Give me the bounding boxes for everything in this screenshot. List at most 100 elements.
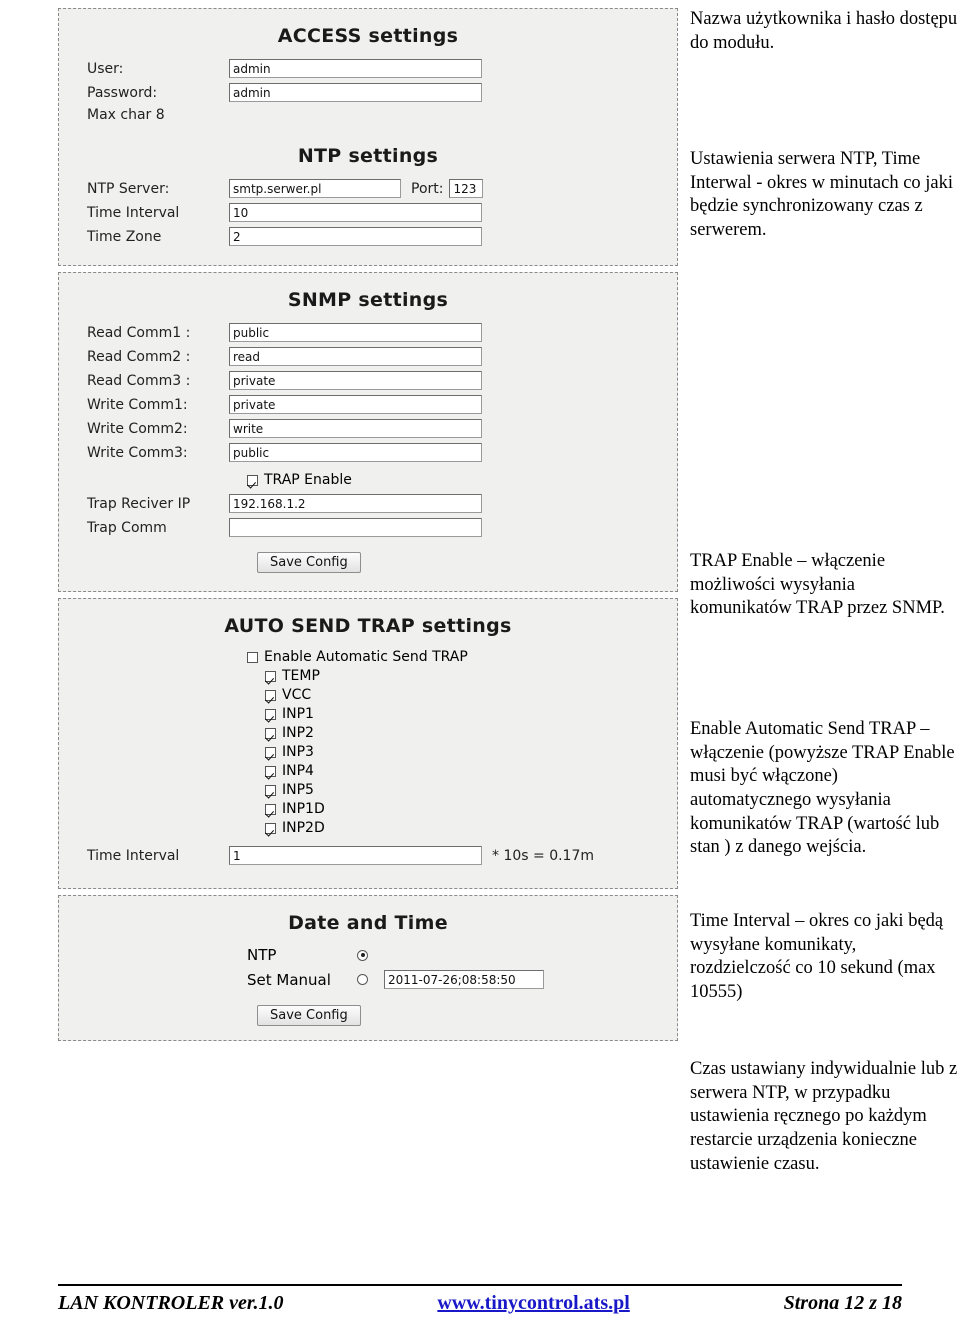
ntp-server-row: NTP Server: smtp.serwer.pl Port: 123 [69, 179, 667, 198]
auto-send-trap-title: AUTO SEND TRAP settings [224, 615, 512, 637]
snmp-row: Read Comm2 : read [69, 347, 667, 366]
trap-enable-row[interactable]: TRAP Enable [69, 472, 667, 488]
ntp-interval-row: Time Interval 10 [69, 203, 667, 222]
ntp-mode-row[interactable]: NTP [69, 946, 667, 964]
read-comm1-input[interactable]: public [229, 323, 482, 342]
autosend-interval-note: * 10s = 0.17m [492, 847, 594, 864]
inp4-label: INP4 [282, 763, 314, 779]
manual-mode-radio[interactable] [357, 974, 368, 985]
read-comm3-input[interactable]: private [229, 371, 482, 390]
snmp-row: Write Comm1: private [69, 395, 667, 414]
ntp-port-label: Port: [411, 180, 444, 197]
autosend-interval-row: Time Interval 1 * 10s = 0.17m [69, 846, 667, 865]
inp2-label: INP2 [282, 725, 314, 741]
inp2d-checkbox[interactable] [265, 822, 276, 834]
autosend-item[interactable]: VCC [69, 687, 667, 703]
enable-auto-send-label: Enable Automatic Send TRAP [264, 649, 468, 665]
autosend-item[interactable]: INP2 [69, 725, 667, 741]
snmp-row: Read Comm1 : public [69, 323, 667, 342]
ntp-timezone-input[interactable]: 2 [229, 227, 482, 246]
read-comm2-input[interactable]: read [229, 347, 482, 366]
ntp-interval-input[interactable]: 10 [229, 203, 482, 222]
note-trap-enable: TRAP Enable – włączenie możliwości wysył… [690, 551, 945, 619]
footer-url[interactable]: www.tinycontrol.ats.pl [437, 1292, 629, 1315]
autosend-item[interactable]: INP3 [69, 744, 667, 760]
ntp-mode-radio[interactable] [357, 949, 368, 961]
write-comm2-label: Write Comm2: [87, 420, 188, 437]
inp1-checkbox[interactable] [265, 708, 276, 720]
inp1-label: INP1 [282, 706, 314, 722]
snmp-row: Write Comm3: public [69, 443, 667, 462]
write-comm3-input[interactable]: public [229, 443, 482, 462]
document-page: ACCESS settings User: admin Password: ad… [0, 0, 960, 1335]
ntp-server-input[interactable]: smtp.serwer.pl [229, 179, 401, 198]
access-settings-title: ACCESS settings [277, 25, 459, 47]
footer-product: LAN KONTROLER ver.1.0 [58, 1292, 284, 1314]
panel-snmp: SNMP settings Read Comm1 : public Read C… [58, 272, 678, 592]
note-interval: Time Interval – okres co jaki będą wysył… [690, 911, 944, 1003]
password-input[interactable]: admin [229, 83, 482, 102]
autosend-item[interactable]: INP2D [69, 820, 667, 836]
temp-label: TEMP [282, 668, 320, 684]
trap-enable-checkbox[interactable] [247, 474, 258, 486]
panel-auto-send-trap: AUTO SEND TRAP settings Enable Automatic… [58, 598, 678, 889]
maxchar-note: Max char 8 [87, 107, 165, 123]
read-comm1-label: Read Comm1 : [87, 324, 191, 341]
inp3-label: INP3 [282, 744, 314, 760]
temp-checkbox[interactable] [265, 670, 276, 682]
ntp-settings-title: NTP settings [297, 145, 439, 167]
ntp-port-input[interactable]: 123 [449, 179, 484, 198]
autosend-item[interactable]: INP4 [69, 763, 667, 779]
datetime-save-config-button[interactable]: Save Config [257, 1005, 361, 1026]
autosend-item[interactable]: INP5 [69, 782, 667, 798]
autosend-item[interactable]: TEMP [69, 668, 667, 684]
manual-mode-label: Set Manual [247, 970, 331, 989]
ntp-interval-label: Time Interval [87, 204, 180, 221]
note-access: Nazwa użytkownika i hasło dostępu do mod… [690, 9, 958, 53]
read-comm3-label: Read Comm3 : [87, 372, 191, 389]
vcc-label: VCC [282, 687, 312, 703]
manual-mode-row[interactable]: Set Manual 2011-07-26;08:58:50 [69, 970, 667, 989]
password-label: Password: [87, 84, 158, 101]
read-comm2-label: Read Comm2 : [87, 348, 191, 365]
trap-comm-label: Trap Comm [87, 519, 167, 536]
inp5-checkbox[interactable] [265, 784, 276, 796]
ui-screenshot-column: ACCESS settings User: admin Password: ad… [58, 8, 678, 1047]
enable-auto-send-checkbox[interactable] [247, 651, 258, 663]
user-input[interactable]: admin [229, 59, 482, 78]
trap-receiver-row: Trap Reciver IP 192.168.1.2 [69, 494, 667, 513]
enable-auto-send-row[interactable]: Enable Automatic Send TRAP [69, 649, 667, 665]
trap-receiver-ip-input[interactable]: 192.168.1.2 [229, 494, 482, 513]
note-ntp: Ustawienia serwera NTP, Time Interwal - … [690, 149, 954, 241]
snmp-row: Read Comm3 : private [69, 371, 667, 390]
autosend-interval-label: Time Interval [87, 847, 180, 864]
inp2-checkbox[interactable] [265, 727, 276, 739]
inp2d-label: INP2D [282, 820, 325, 836]
write-comm2-input[interactable]: write [229, 419, 482, 438]
ntp-server-label: NTP Server: [87, 180, 170, 197]
autosend-item[interactable]: INP1D [69, 801, 667, 817]
panel-access-ntp: ACCESS settings User: admin Password: ad… [58, 8, 678, 266]
user-label: User: [87, 60, 124, 77]
footer-page: Strona 12 z 18 [783, 1292, 902, 1314]
inp1d-label: INP1D [282, 801, 325, 817]
ntp-timezone-row: Time Zone 2 [69, 227, 667, 246]
vcc-checkbox[interactable] [265, 689, 276, 701]
note-datetime: Czas ustawiany indywidualnie lub z serwe… [690, 1059, 958, 1174]
manual-datetime-input[interactable]: 2011-07-26;08:58:50 [384, 970, 544, 989]
page-footer: LAN KONTROLER ver.1.0 www.tinycontrol.at… [58, 1284, 902, 1315]
ntp-mode-label: NTP [247, 946, 277, 964]
date-and-time-title: Date and Time [288, 912, 448, 934]
autosend-item[interactable]: INP1 [69, 706, 667, 722]
user-row: User: admin [69, 59, 667, 78]
trap-comm-input[interactable] [229, 518, 482, 537]
inp1d-checkbox[interactable] [265, 803, 276, 815]
autosend-interval-input[interactable]: 1 [229, 846, 482, 865]
write-comm1-label: Write Comm1: [87, 396, 188, 413]
inp4-checkbox[interactable] [265, 765, 276, 777]
snmp-save-config-button[interactable]: Save Config [257, 552, 361, 573]
snmp-settings-title: SNMP settings [287, 289, 449, 311]
write-comm1-input[interactable]: private [229, 395, 482, 414]
trap-receiver-ip-label: Trap Reciver IP [87, 495, 191, 512]
inp3-checkbox[interactable] [265, 746, 276, 758]
